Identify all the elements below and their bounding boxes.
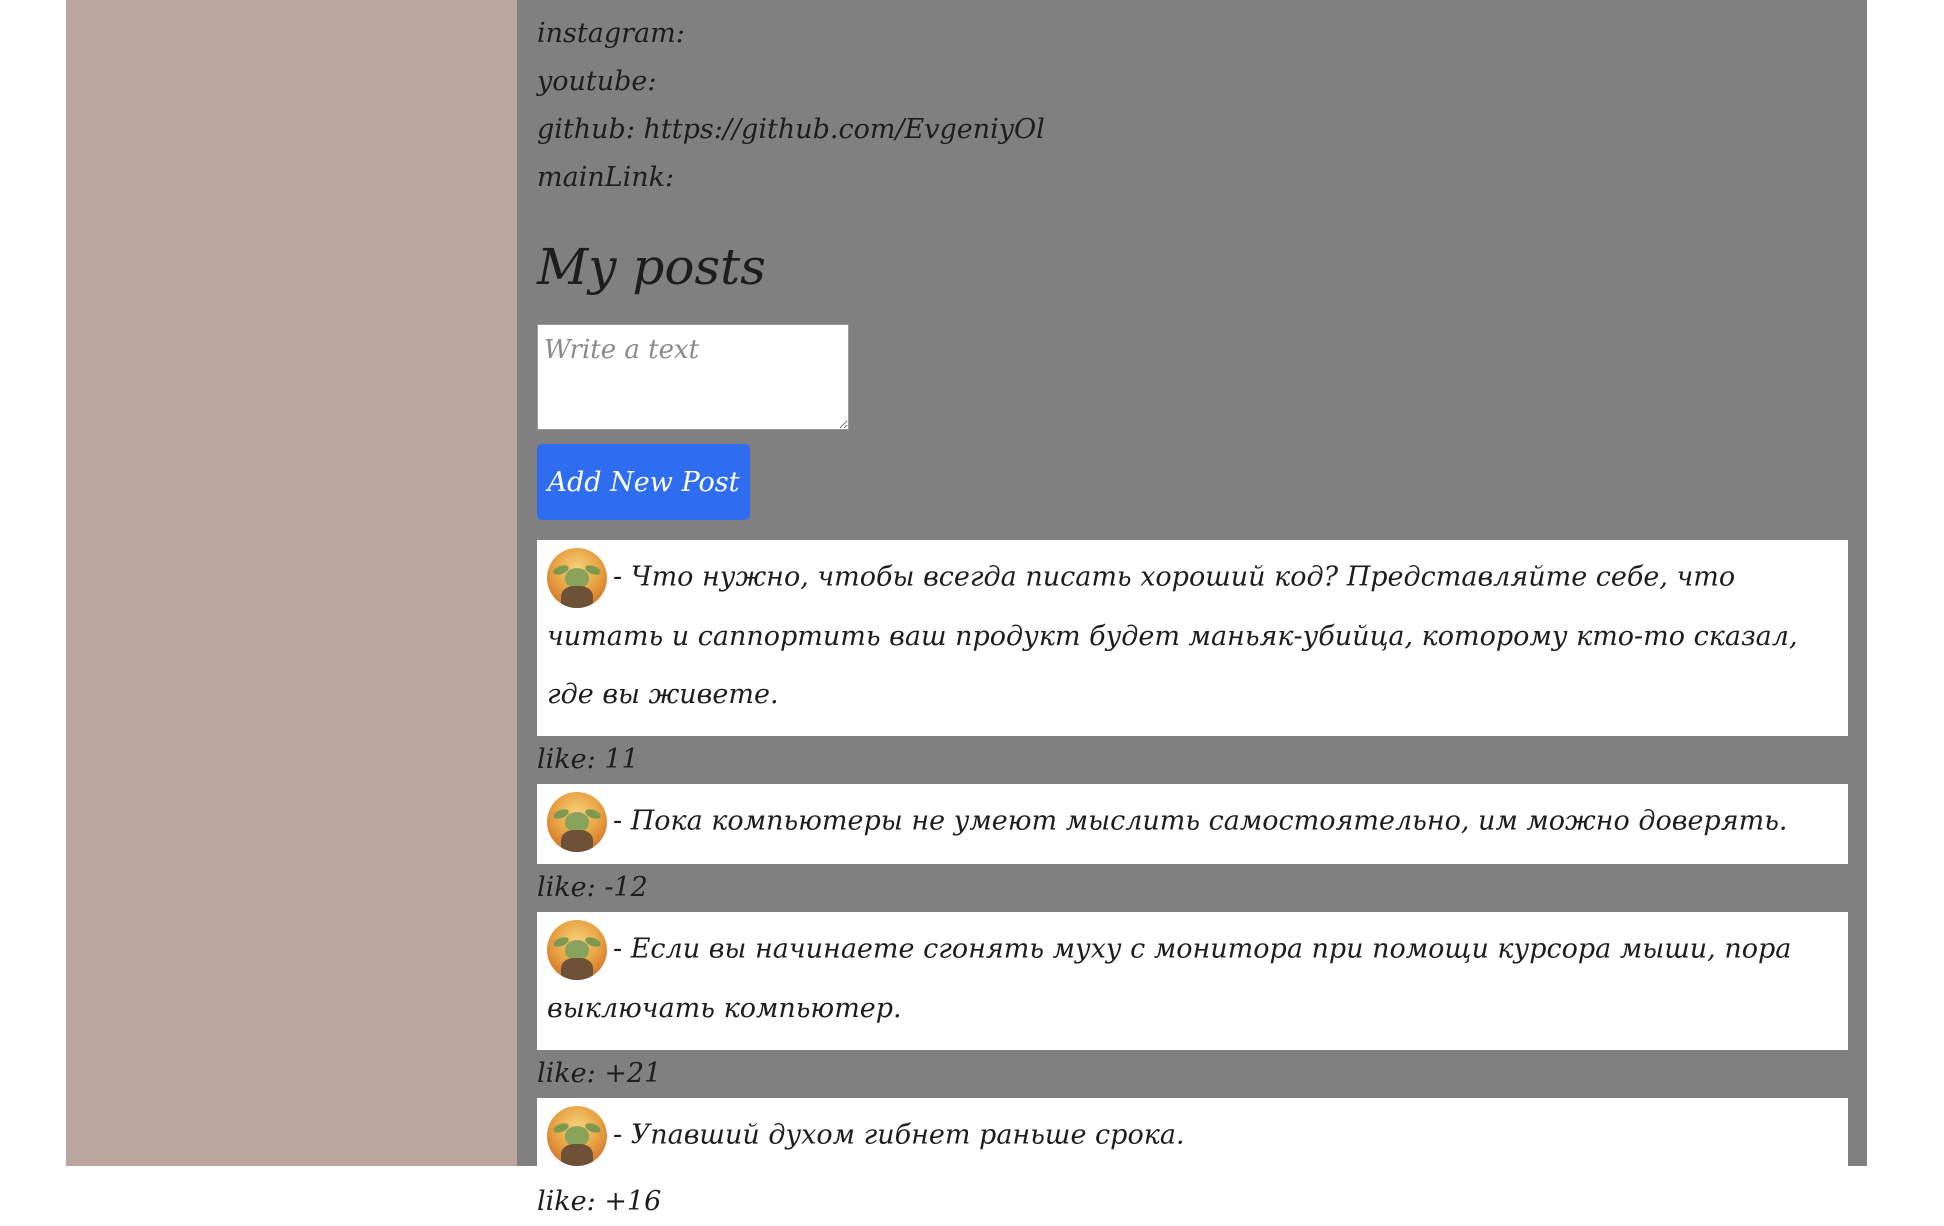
link-instagram: instagram: bbox=[537, 10, 1045, 58]
post-likes: like: 11 bbox=[537, 736, 1848, 784]
like-label: like: bbox=[537, 872, 596, 903]
like-label: like: bbox=[537, 744, 596, 775]
link-github: github: https://github.com/EvgeniyOl bbox=[537, 106, 1045, 154]
add-post-button[interactable]: Add New Post bbox=[537, 444, 750, 520]
like-count: 11 bbox=[604, 744, 639, 775]
post-card: - Упавший духом гибнет раньше срока. bbox=[537, 1098, 1848, 1178]
profile-content: instagram: youtube: github: https://gith… bbox=[517, 0, 1867, 1217]
like-count: +16 bbox=[604, 1186, 662, 1217]
app-root: instagram: youtube: github: https://gith… bbox=[66, 0, 1867, 1217]
avatar bbox=[547, 792, 607, 852]
post-text: - Что нужно, чтобы всегда писать хороший… bbox=[547, 561, 1798, 711]
post-text: - Упавший духом гибнет раньше срока. bbox=[613, 1119, 1185, 1151]
like-label: like: bbox=[537, 1186, 596, 1217]
like-label: like: bbox=[537, 1058, 596, 1089]
avatar bbox=[547, 920, 607, 980]
link-mainlink: mainLink: bbox=[537, 154, 1045, 202]
post-item: - Если вы начинаете сгонять муху с монит… bbox=[537, 912, 1848, 1098]
post-item: - Что нужно, чтобы всегда писать хороший… bbox=[537, 540, 1848, 784]
avatar bbox=[547, 1106, 607, 1166]
sidebar bbox=[66, 0, 517, 1166]
post-card: - Пока компьютеры не умеют мыслить самос… bbox=[537, 784, 1848, 864]
post-card: - Если вы начинаете сгонять муху с монит… bbox=[537, 912, 1848, 1050]
post-likes: like: +16 bbox=[537, 1178, 1848, 1226]
posts-list: - Что нужно, чтобы всегда писать хороший… bbox=[537, 540, 1848, 1226]
new-post-input[interactable] bbox=[537, 324, 849, 430]
post-text: - Если вы начинаете сгонять муху с монит… bbox=[547, 933, 1792, 1025]
post-item: - Пока компьютеры не умеют мыслить самос… bbox=[537, 784, 1848, 912]
like-count: -12 bbox=[604, 872, 648, 903]
post-likes: like: -12 bbox=[537, 864, 1848, 912]
post-card: - Что нужно, чтобы всегда писать хороший… bbox=[537, 540, 1848, 736]
link-youtube: youtube: bbox=[537, 58, 1045, 106]
like-count: +21 bbox=[604, 1058, 662, 1089]
link-label: youtube: bbox=[537, 66, 657, 97]
posts-title: My posts bbox=[537, 238, 766, 296]
link-label: github: bbox=[537, 114, 635, 145]
post-likes: like: +21 bbox=[537, 1050, 1848, 1098]
profile-links: instagram: youtube: github: https://gith… bbox=[537, 10, 1045, 202]
link-label: instagram: bbox=[537, 18, 685, 49]
post-text: - Пока компьютеры не умеют мыслить самос… bbox=[613, 805, 1788, 837]
avatar bbox=[547, 548, 607, 608]
link-label: mainLink: bbox=[537, 162, 675, 193]
link-value[interactable]: https://github.com/EvgeniyOl bbox=[644, 114, 1045, 145]
post-item: - Упавший духом гибнет раньше срока. lik… bbox=[537, 1098, 1848, 1226]
